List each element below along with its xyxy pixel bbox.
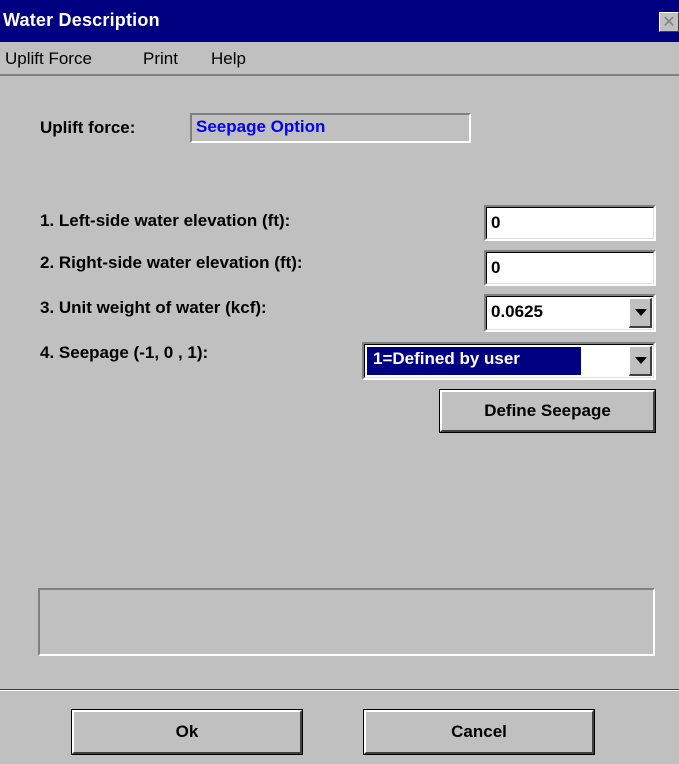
menu-uplift-force[interactable]: Uplift Force	[5, 49, 92, 69]
unit-weight-dropdown-button[interactable]	[629, 298, 652, 328]
unit-weight-label: 3. Unit weight of water (kcf):	[40, 298, 267, 317]
uplift-force-value: Seepage Option	[196, 117, 326, 136]
ok-button[interactable]: Ok	[71, 709, 303, 755]
unit-weight-dropdown[interactable]: 0.0625	[484, 294, 656, 332]
seepage-dropdown-button[interactable]	[629, 346, 652, 376]
right-water-elevation-label: 2. Right-side water elevation (ft):	[40, 253, 303, 272]
close-icon: ✕	[662, 12, 676, 31]
window-title: Water Description	[3, 10, 160, 30]
unit-weight-value: 0.0625	[491, 302, 543, 321]
right-water-elevation-input[interactable]: 0	[484, 250, 656, 286]
menu-help[interactable]: Help	[211, 49, 246, 69]
menu-bar: Uplift Force Print Help	[0, 42, 679, 76]
menu-print[interactable]: Print	[143, 49, 178, 69]
seepage-label: 4. Seepage (-1, 0 , 1):	[40, 343, 209, 362]
seepage-value: 1=Defined by user	[373, 349, 520, 368]
close-button[interactable]: ✕	[659, 12, 679, 32]
cancel-button[interactable]: Cancel	[363, 709, 595, 755]
seepage-dropdown[interactable]: 1=Defined by user	[362, 342, 656, 380]
title-bar[interactable]: Water Description ✕	[0, 0, 679, 42]
uplift-force-display: Seepage Option	[190, 113, 471, 143]
define-seepage-button[interactable]: Define Seepage	[439, 389, 656, 433]
seepage-selected-highlight: 1=Defined by user	[367, 347, 581, 375]
uplift-force-label: Uplift force:	[40, 118, 136, 137]
left-water-elevation-value: 0	[491, 213, 501, 232]
left-water-elevation-input[interactable]: 0	[484, 205, 656, 241]
chevron-down-icon	[635, 309, 647, 316]
separator	[0, 689, 679, 691]
water-description-dialog: Water Description ✕ Uplift Force Print H…	[0, 0, 679, 764]
right-water-elevation-value: 0	[491, 258, 501, 277]
left-water-elevation-label: 1. Left-side water elevation (ft):	[40, 211, 291, 230]
status-panel	[38, 588, 655, 656]
chevron-down-icon	[635, 357, 647, 364]
